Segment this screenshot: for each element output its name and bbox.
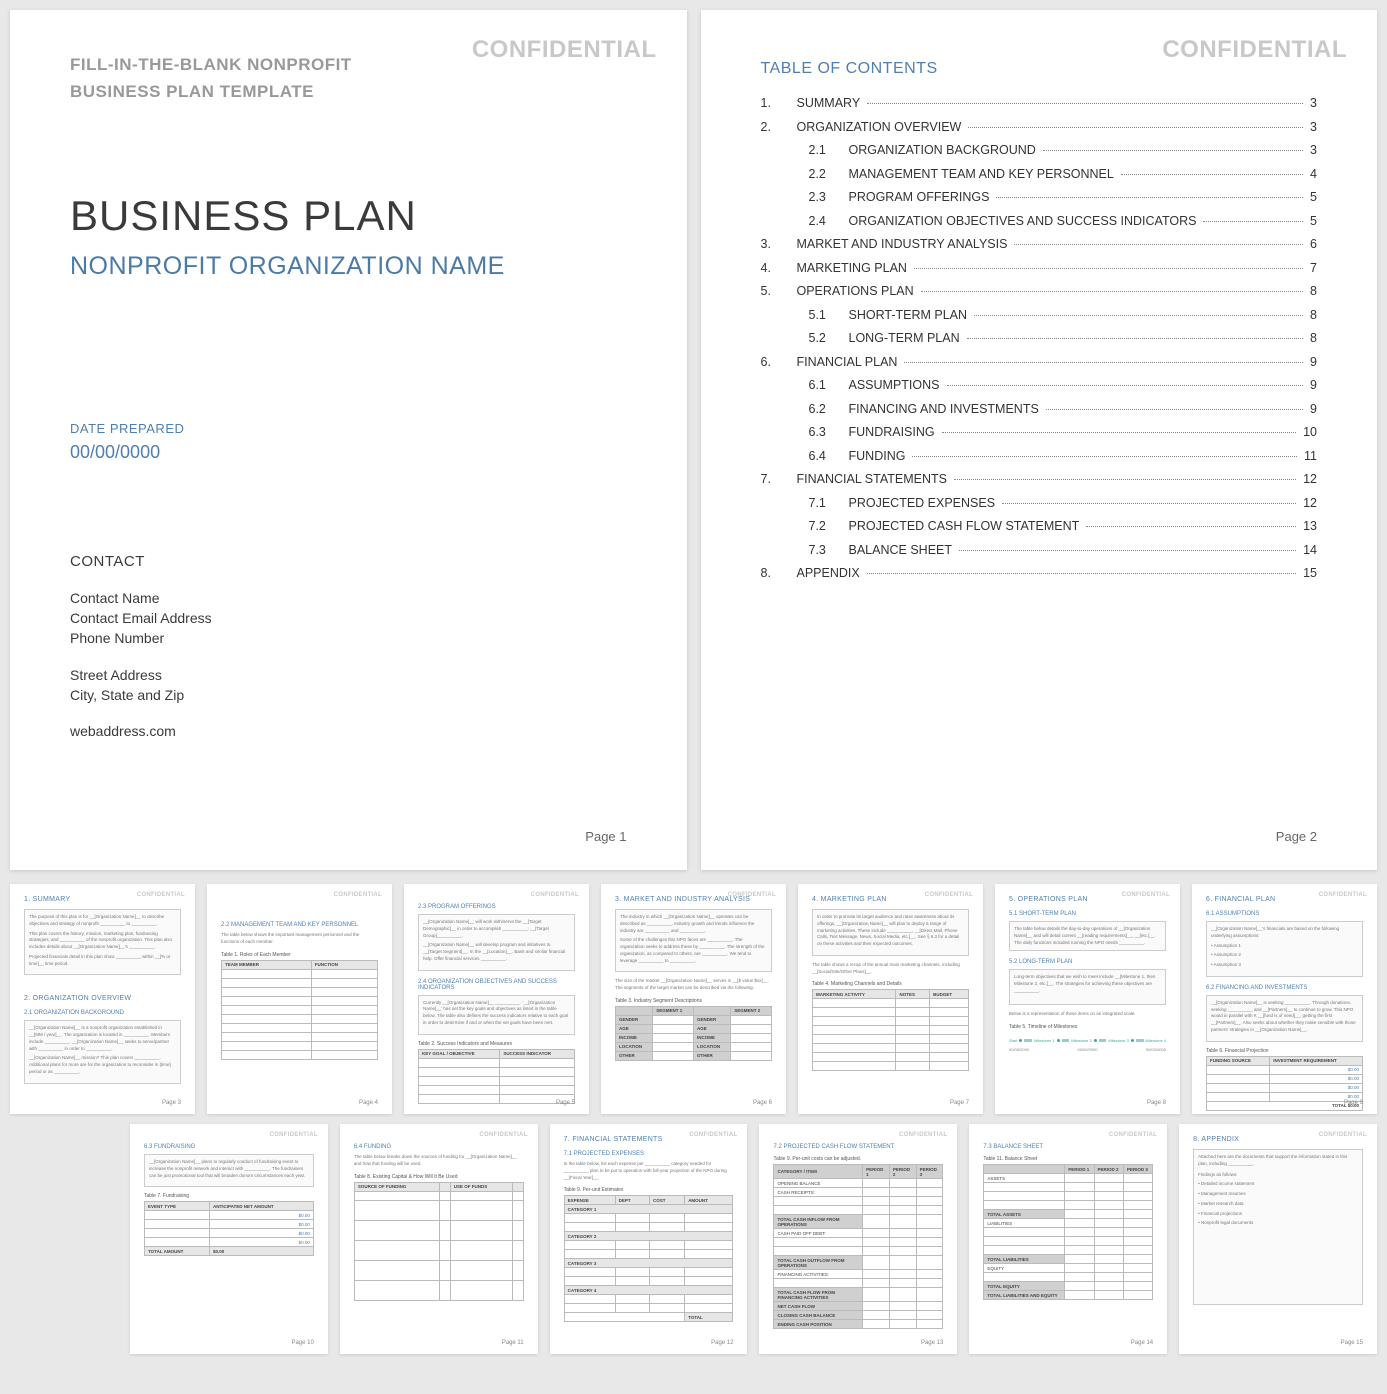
toc-row: 4.MARKETING PLAN7 — [761, 261, 1318, 275]
thumb-page-5: CONFIDENTIAL 2.3 PROGRAM OFFERINGS __[Or… — [404, 884, 589, 1114]
toc-row: 7.2PROJECTED CASH FLOW STATEMENT13 — [761, 519, 1318, 533]
thumb-page-13: CONFIDENTIAL 7.2 PROJECTED CASH FLOW STA… — [759, 1124, 957, 1354]
thumb-page-14: CONFIDENTIAL 7.3 BALANCE SHEET Table 11.… — [969, 1124, 1167, 1354]
team-table: TEAM MEMBERFUNCTION — [221, 960, 378, 1060]
contact-name: Contact Name — [70, 588, 627, 608]
toc-row: 2.ORGANIZATION OVERVIEW3 — [761, 120, 1318, 134]
thumb-page-10: CONFIDENTIAL 6.3 FUNDRAISING __[Organiza… — [130, 1124, 328, 1354]
confidential-watermark: CONFIDENTIAL — [137, 892, 185, 898]
toc-row: 7.1PROJECTED EXPENSES12 — [761, 496, 1318, 510]
h-org-overview: 2. ORGANIZATION OVERVIEW — [24, 995, 181, 1002]
toc-row: 2.1ORGANIZATION BACKGROUND3 — [761, 143, 1318, 157]
address-city: City, State and Zip — [70, 685, 627, 705]
confidential-watermark: CONFIDENTIAL — [1162, 36, 1347, 64]
thumb-page-8: CONFIDENTIAL 5. OPERATIONS PLAN 5.1 SHOR… — [995, 884, 1180, 1114]
toc-row: 2.4ORGANIZATION OBJECTIVES AND SUCCESS I… — [761, 214, 1318, 228]
page-number: Page 2 — [1276, 829, 1317, 844]
address-street: Street Address — [70, 665, 627, 685]
confidential-watermark: CONFIDENTIAL — [472, 36, 657, 64]
toc-row: 6.FINANCIAL PLAN9 — [761, 355, 1318, 369]
thumb-page-3: CONFIDENTIAL 1. SUMMARY The purpose of t… — [10, 884, 195, 1114]
thumb-page-7: CONFIDENTIAL 4. MARKETING PLAN In order … — [798, 884, 983, 1114]
thumb-page-4: CONFIDENTIAL 2.2 MANAGEMENT TEAM AND KEY… — [207, 884, 392, 1114]
date-prepared-label: DATE PREPARED — [70, 421, 627, 436]
toc-row: 5.OPERATIONS PLAN8 — [761, 284, 1318, 298]
template-label-l2: BUSINESS PLAN TEMPLATE — [70, 81, 627, 104]
thumbnail-grid: CONFIDENTIAL 1. SUMMARY The purpose of t… — [10, 884, 1377, 1354]
date-prepared-value: 00/00/0000 — [70, 442, 627, 463]
web-address: webaddress.com — [70, 721, 627, 741]
thumb-page-15: CONFIDENTIAL 8. APPENDIX Attached here a… — [1179, 1124, 1377, 1354]
contact-heading: CONTACT — [70, 553, 627, 570]
toc-row: 6.2FINANCING AND INVESTMENTS9 — [761, 402, 1318, 416]
toc-row: 6.1ASSUMPTIONS9 — [761, 378, 1318, 392]
org-name: NONPROFIT ORGANIZATION NAME — [70, 252, 627, 281]
toc-row: 7.FINANCIAL STATEMENTS12 — [761, 472, 1318, 486]
toc-row: 1.SUMMARY3 — [761, 96, 1318, 110]
thumb-page-12: CONFIDENTIAL 7. FINANCIAL STATEMENTS 7.1… — [550, 1124, 748, 1354]
toc-list: 1.SUMMARY3 2.ORGANIZATION OVERVIEW3 2.1ORG… — [761, 96, 1318, 580]
page-1-cover: CONFIDENTIAL FILL-IN-THE-BLANK NONPROFIT… — [10, 10, 687, 870]
contact-phone: Phone Number — [70, 628, 627, 648]
main-pages-row: CONFIDENTIAL FILL-IN-THE-BLANK NONPROFIT… — [10, 10, 1377, 870]
document-title: BUSINESS PLAN — [70, 192, 627, 240]
h-org-background: 2.1 ORGANIZATION BACKGROUND — [24, 1010, 181, 1016]
toc-row: 8.APPENDIX15 — [761, 566, 1318, 580]
thumb-page-9: CONFIDENTIAL 6. FINANCIAL PLAN 6.1 ASSUM… — [1192, 884, 1377, 1114]
toc-row: 5.1SHORT-TERM PLAN8 — [761, 308, 1318, 322]
page-number: Page 1 — [585, 829, 626, 844]
page-2-toc: CONFIDENTIAL TABLE OF CONTENTS 1.SUMMARY… — [701, 10, 1378, 870]
toc-row: 6.3FUNDRAISING10 — [761, 425, 1318, 439]
milestone-timeline: Start Milestone 1 Milestone 2 Milestone … — [1009, 1038, 1166, 1043]
toc-row: 6.4FUNDING11 — [761, 449, 1318, 463]
toc-row: 7.3BALANCE SHEET14 — [761, 543, 1318, 557]
thumb-page-11: CONFIDENTIAL 6.4 FUNDING The table below… — [340, 1124, 538, 1354]
toc-row: 5.2LONG-TERM PLAN8 — [761, 331, 1318, 345]
thumb-page-6: CONFIDENTIAL 3. MARKET AND INDUSTRY ANAL… — [601, 884, 786, 1114]
toc-row: 3.MARKET AND INDUSTRY ANALYSIS6 — [761, 237, 1318, 251]
toc-row: 2.2MANAGEMENT TEAM AND KEY PERSONNEL4 — [761, 167, 1318, 181]
contact-email: Contact Email Address — [70, 608, 627, 628]
toc-row: 2.3PROGRAM OFFERINGS5 — [761, 190, 1318, 204]
